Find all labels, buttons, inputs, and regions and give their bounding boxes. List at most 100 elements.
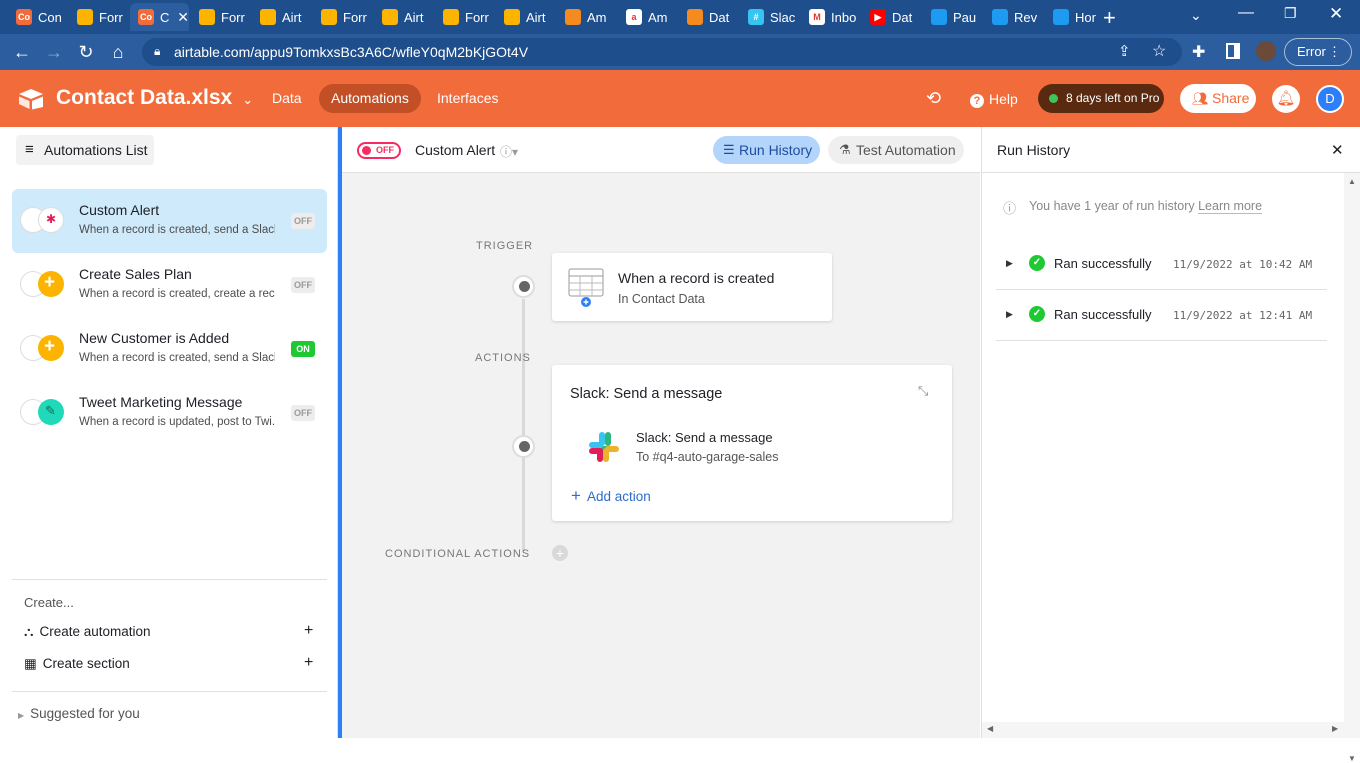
extensions-icon[interactable]: ✚: [1192, 42, 1205, 62]
trial-badge[interactable]: 8 days left on Pro: [1038, 84, 1164, 113]
nav-data[interactable]: Data: [260, 84, 314, 113]
restore-icon[interactable]: ❐: [1284, 5, 1297, 22]
share-page-icon[interactable]: ⇪: [1118, 42, 1131, 60]
divider: [12, 579, 327, 580]
history-icon[interactable]: ⟲: [926, 88, 941, 109]
browser-tab[interactable]: Rev: [984, 3, 1043, 31]
browser-tab[interactable]: Forr: [435, 3, 494, 31]
nav-automations[interactable]: Automations: [319, 84, 421, 113]
action-item-title: Slack: Send a message: [636, 430, 773, 445]
automation-name[interactable]: Custom Alert: [415, 142, 495, 158]
add-conditional-icon[interactable]: +: [552, 545, 568, 561]
browser-tab[interactable]: Am: [557, 3, 616, 31]
action-card[interactable]: Slack: Send a message ⤡ Slack: Send a me…: [552, 365, 952, 521]
address-bar[interactable]: 🔒︎ airtable.com/appu9TomkxsBc3A6C/wfleY0…: [142, 38, 1182, 66]
test-automation-button[interactable]: ⚗ Test Automation: [828, 136, 964, 164]
scrollbar-horizontal[interactable]: ◀ ▶: [982, 722, 1344, 738]
app-header: Contact Data.xlsx ⌄ Data Automations Inte…: [0, 70, 1360, 127]
reload-icon[interactable]: ↻: [75, 41, 97, 63]
forward-icon[interactable]: →: [43, 41, 65, 63]
base-name[interactable]: Contact Data.xlsx ⌄: [56, 86, 253, 110]
airtable-logo-icon[interactable]: [18, 88, 44, 110]
scrollbar-vertical[interactable]: ▲ ▼: [1344, 173, 1360, 763]
create-section-button[interactable]: ▦ Create section +: [24, 654, 316, 672]
bookmark-star-icon[interactable]: ☆: [1152, 41, 1166, 61]
suggested-toggle[interactable]: ▶ Suggested for you: [18, 706, 140, 721]
minimize-icon[interactable]: —: [1238, 4, 1254, 22]
browser-tab[interactable]: Pau: [923, 3, 982, 31]
tab-title: Dat: [709, 9, 730, 25]
run-row[interactable]: ▶ ✓ Ran successfully 11/9/2022 at 12:41 AM: [996, 290, 1327, 341]
browser-tab[interactable]: Airt: [496, 3, 555, 31]
browser-tab[interactable]: Airt: [374, 3, 433, 31]
browser-tab[interactable]: a Am: [618, 3, 677, 31]
tab-title: Slac: [770, 9, 796, 25]
automation-item[interactable]: + New Customer is Added When a record is c…: [12, 317, 327, 381]
trigger-card[interactable]: When a record is created In Contact Data: [552, 253, 832, 321]
slack-icon: #: [748, 9, 764, 25]
status-badge: OFF: [291, 277, 315, 293]
automation-item[interactable]: + Create Sales Plan When a record is creat…: [12, 253, 327, 317]
browser-tab[interactable]: Forr: [191, 3, 250, 31]
tab-title: Rev: [1014, 9, 1038, 25]
expand-caret-icon[interactable]: ▶: [1006, 309, 1013, 320]
new-tab-button[interactable]: +: [1103, 5, 1116, 31]
browser-tab[interactable]: Co Con: [8, 3, 67, 31]
status-dot-icon: [1049, 94, 1058, 103]
tab-title: Hor: [1075, 9, 1096, 25]
airtable-icon: [443, 9, 459, 25]
profile-avatar[interactable]: [1256, 41, 1276, 61]
airtable-icon: [260, 9, 276, 25]
close-tab-icon[interactable]: ✕: [177, 9, 189, 26]
expand-caret-icon[interactable]: ▶: [1006, 258, 1013, 269]
airtable-icon: [77, 9, 93, 25]
browser-tab[interactable]: Hor: [1045, 3, 1104, 31]
test-automation-label: Test Automation: [856, 142, 956, 158]
actions-label: ACTIONS: [475, 352, 531, 364]
slack-icon: [589, 432, 619, 462]
close-panel-icon[interactable]: ✕: [1331, 141, 1344, 159]
history-info-text: You have 1 year of run history Learn mor…: [1029, 199, 1263, 214]
browser-tab[interactable]: M Inbo: [801, 3, 860, 31]
run-status: Ran successfully: [1054, 256, 1152, 271]
notifications-bell-icon[interactable]: 🔔︎: [1272, 85, 1300, 113]
home-icon[interactable]: ⌂: [107, 41, 129, 63]
grid-icon: ▦: [24, 656, 37, 671]
learn-more-link[interactable]: Learn more: [1198, 199, 1263, 214]
automations-list-button[interactable]: ≡ Automations List: [16, 135, 154, 165]
action-item-subtitle: To #q4-auto-garage-sales: [636, 450, 779, 464]
editor-toolbar: OFF Custom Alert ⓘ▾ ☰ Run History ⚗ Test A…: [342, 127, 980, 173]
collapse-icon[interactable]: ⤡: [918, 383, 928, 399]
automation-desc: When a record is created, send a Slack..…: [79, 224, 275, 236]
tab-title: C: [160, 9, 170, 25]
info-dropdown-icon[interactable]: ⓘ▾: [500, 143, 518, 160]
nav-interfaces[interactable]: Interfaces: [425, 84, 510, 113]
action-app-icon: ✱: [38, 207, 64, 233]
timeline-line: [522, 299, 525, 551]
automation-toggle[interactable]: OFF: [357, 142, 401, 159]
share-button[interactable]: 👥︎ Share: [1180, 84, 1256, 113]
error-button[interactable]: Error ⋮: [1284, 38, 1352, 66]
chevron-down-icon[interactable]: ⌄: [242, 92, 253, 107]
browser-tab[interactable]: # Slac: [740, 3, 799, 31]
back-icon[interactable]: ←: [11, 41, 33, 63]
browser-tab[interactable]: Forr: [313, 3, 372, 31]
automation-item[interactable]: ✱ Custom Alert When a record is created, s…: [12, 189, 327, 253]
close-window-icon[interactable]: ✕: [1329, 4, 1343, 24]
automation-item[interactable]: ✎ Tweet Marketing Message When a record is…: [12, 381, 327, 445]
run-row[interactable]: ▶ ✓ Ran successfully 11/9/2022 at 10:42 AM: [996, 239, 1327, 290]
add-action-button[interactable]: + Add action: [571, 486, 651, 506]
browser-tab[interactable]: Airt: [252, 3, 311, 31]
user-avatar[interactable]: D: [1316, 85, 1344, 113]
browser-tab[interactable]: Dat: [679, 3, 738, 31]
create-automation-button[interactable]: ⛬ Create automation +: [24, 622, 316, 640]
tab-search-icon[interactable]: ⌄: [1190, 7, 1202, 24]
create-section-label: Create section: [42, 656, 130, 671]
browser-tab[interactable]: Co C ✕: [130, 3, 189, 31]
run-history-button[interactable]: ☰ Run History: [713, 136, 820, 164]
caret-right-icon: ▶: [18, 711, 25, 720]
help-button[interactable]: ? Help: [970, 91, 1018, 108]
browser-tab[interactable]: Forr: [69, 3, 128, 31]
browser-tab[interactable]: ▶ Dat: [862, 3, 921, 31]
side-panel-icon[interactable]: [1226, 43, 1240, 59]
